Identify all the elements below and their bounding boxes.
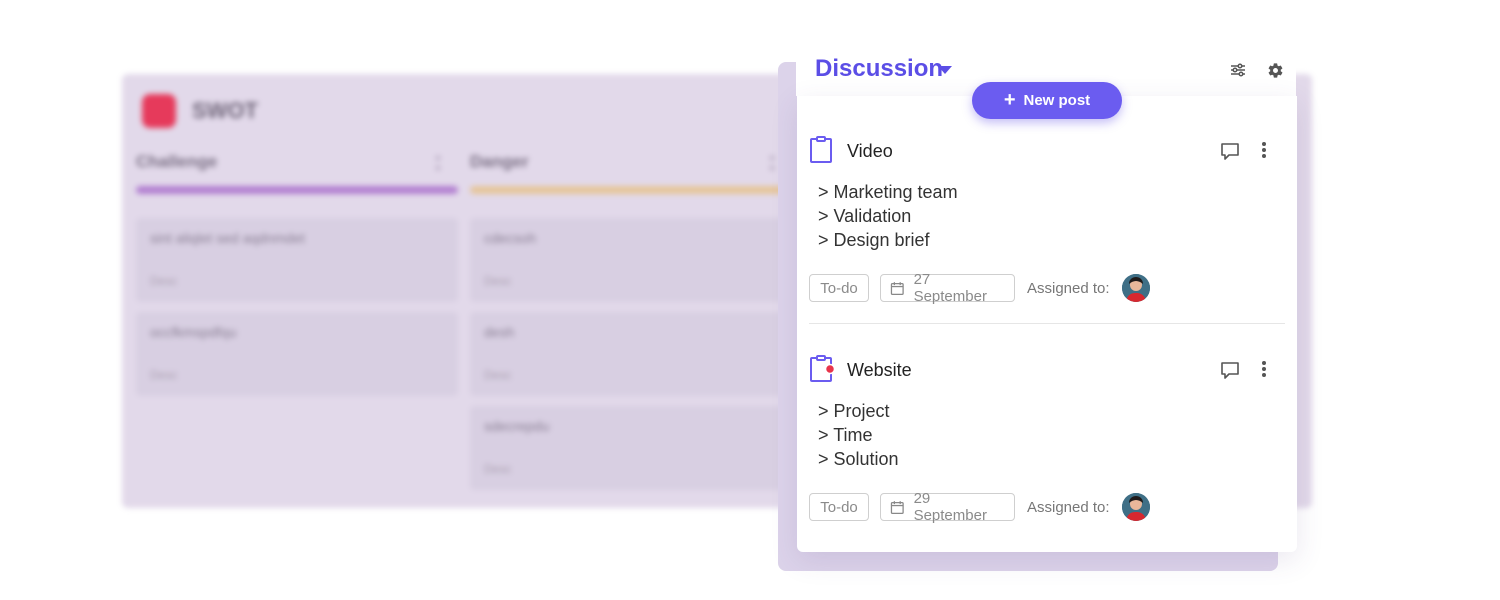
status-badge[interactable]: To-do	[809, 274, 869, 302]
board-card-desc: Desc	[484, 274, 512, 288]
discussion-panel	[797, 96, 1297, 552]
board-card: desh Desc	[470, 312, 792, 396]
calendar-icon	[890, 500, 904, 514]
column-color-bar	[470, 186, 792, 194]
calendar-icon	[890, 281, 904, 295]
post-line: > Project	[818, 401, 890, 421]
post-line: > Design brief	[818, 230, 930, 250]
date-chip[interactable]: 27 September	[880, 271, 1015, 305]
assigned-label: Assigned to:	[1027, 498, 1110, 516]
board-card-desc: Desc	[484, 462, 512, 476]
column-menu-icon	[436, 156, 440, 170]
clipboard-icon	[810, 136, 832, 163]
post-line: > Marketing team	[818, 182, 958, 202]
post-title[interactable]: Website	[847, 360, 912, 381]
more-vertical-icon[interactable]	[1257, 358, 1271, 380]
board-card-desc: Desc	[484, 368, 512, 382]
board-logo	[142, 94, 176, 128]
date-text: 29 September	[913, 490, 987, 524]
more-vertical-icon[interactable]	[1257, 139, 1271, 161]
post-meta: To-do 27 September Assigned to:	[809, 271, 1150, 305]
new-post-label: New post	[1023, 92, 1091, 109]
column-menu-icon	[770, 156, 774, 170]
avatar[interactable]	[1121, 493, 1150, 521]
post-line: > Validation	[818, 206, 912, 226]
post-divider	[809, 323, 1285, 324]
board-card-title: desh	[484, 324, 515, 340]
board-card: occfkmspdfqu Desc	[136, 312, 458, 396]
board-card-title: sdecrepdu	[484, 418, 550, 434]
board-card-title: cdecsoh	[484, 230, 537, 246]
board-card-title: sint aliqlet sed aqdnmdet	[150, 230, 305, 246]
post-title[interactable]: Video	[847, 141, 893, 162]
post-meta: To-do 29 September Assigned to:	[809, 490, 1150, 524]
column-color-bar	[136, 186, 458, 194]
board-card-title: occfkmspdfqu	[150, 324, 237, 340]
sliders-icon[interactable]	[1228, 60, 1248, 80]
column-title: Danger	[470, 152, 529, 171]
board-card-desc: Desc	[150, 274, 178, 288]
stage: SWOT Challenge sint aliqlet sed aqdnmdet…	[0, 0, 1500, 600]
date-text: 27 September	[913, 271, 987, 305]
board-card: sint aliqlet sed aqdnmdet Desc	[136, 218, 458, 302]
board-column-challenge: Challenge sint aliqlet sed aqdnmdet Desc…	[136, 152, 458, 406]
column-title: Challenge	[136, 152, 218, 171]
post-body: > Project > Time > Solution	[818, 399, 899, 471]
comment-icon[interactable]	[1219, 140, 1241, 162]
post-line: > Solution	[818, 449, 899, 469]
board-card: cdecsoh Desc	[470, 218, 792, 302]
clipboard-icon	[810, 355, 835, 382]
avatar[interactable]	[1121, 274, 1150, 302]
date-chip[interactable]: 29 September	[880, 490, 1015, 524]
comment-icon[interactable]	[1219, 359, 1241, 381]
post-line: > Time	[818, 425, 873, 445]
board-card-desc: Desc	[150, 368, 178, 382]
panel-title[interactable]: Discussion	[815, 55, 943, 83]
board-card: sdecrepdu Desc	[470, 406, 792, 490]
post-body: > Marketing team > Validation > Design b…	[818, 180, 958, 252]
board-column-danger: Danger cdecsoh Desc desh Desc sdecrepdu …	[470, 152, 792, 500]
gear-icon[interactable]	[1265, 60, 1285, 80]
new-post-button[interactable]: + New post	[972, 82, 1122, 119]
plus-icon: +	[1003, 88, 1016, 111]
assigned-label: Assigned to:	[1027, 279, 1110, 297]
status-badge[interactable]: To-do	[809, 493, 869, 521]
caret-down-icon[interactable]	[938, 66, 952, 74]
board-title: SWOT	[192, 98, 258, 123]
